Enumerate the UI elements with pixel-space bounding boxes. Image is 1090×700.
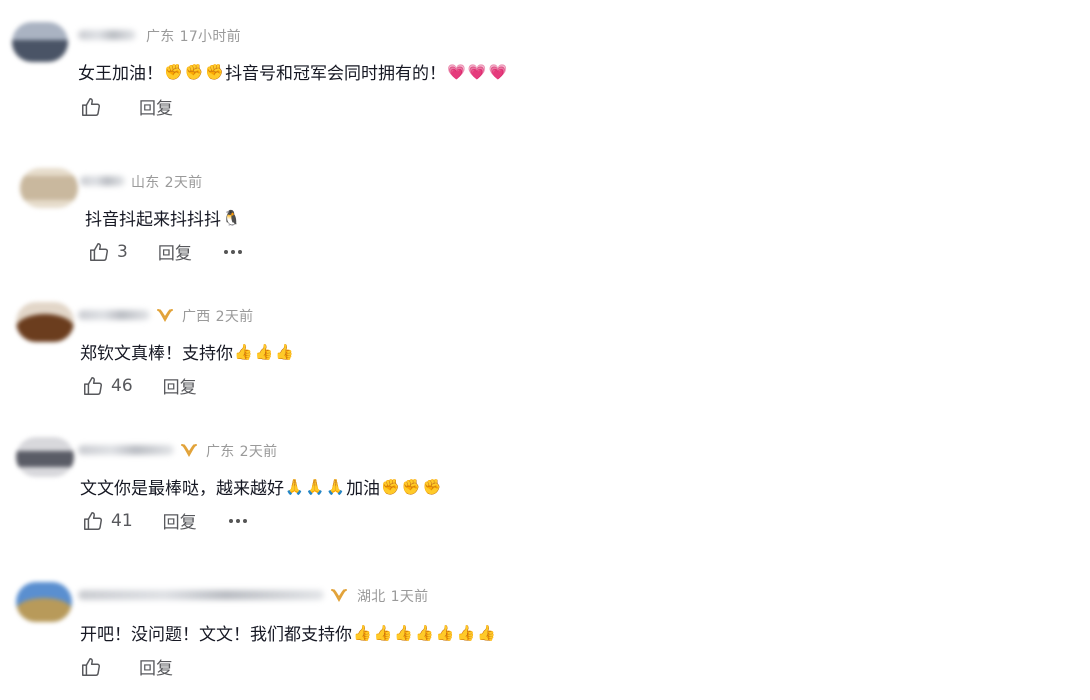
timestamp: 1天前 (390, 589, 429, 605)
fist-emoji-icon: ✊ (164, 62, 183, 81)
region-label: 山东 (131, 175, 160, 191)
like-count: 46 (111, 375, 133, 396)
avatar-image-bottom (12, 40, 68, 62)
pray-emoji-icon: 🙏 (305, 477, 325, 496)
username-blurred[interactable] (78, 445, 174, 455)
fist-emoji-icon: ✊ (381, 477, 400, 496)
avatar[interactable] (16, 302, 74, 342)
avatar[interactable] (20, 168, 78, 208)
fist-emoji-icon: ✊ (422, 477, 442, 496)
comment-actions: 3 回复 (88, 239, 242, 264)
avatar-image-bottom (16, 598, 72, 622)
comment-actions: 回复 (80, 94, 173, 119)
reply-button[interactable]: 回复 (139, 654, 173, 679)
comment-text: 郑钦文真棒！支持你 👍 👍 👍 (80, 339, 295, 365)
comment-item: 山东 2天前 抖音抖起来抖抖抖 🐧 3 回复 (0, 145, 1090, 285)
region-label: 广西 (182, 309, 211, 325)
comment-text-part-1: 抖音抖起来抖抖抖 (85, 210, 221, 230)
thumbs-up-emoji-icon: 👍 (254, 342, 274, 361)
reply-button[interactable]: 回复 (158, 239, 192, 264)
comment-meta: 广东 2天前 (206, 441, 277, 461)
thumbs-up-emoji-icon: 👍 (477, 623, 496, 642)
like-button[interactable] (80, 96, 109, 118)
fist-emoji-icon: ✊ (184, 62, 204, 81)
timestamp: 2天前 (239, 444, 278, 460)
avatar-image-bottom (16, 314, 74, 342)
penguin-emoji-icon: 🐧 (222, 208, 241, 227)
comment-text: 女王加油！ ✊ ✊ ✊ 抖音号和冠军会同时拥有的！ 💗 💗 💗 (78, 59, 508, 85)
verified-badge-icon (181, 444, 197, 457)
thumbs-up-emoji-icon: 👍 (415, 623, 434, 642)
heart-emoji-icon: 💗 (467, 62, 487, 81)
username-blurred[interactable] (78, 310, 150, 320)
region-label: 广东 (146, 29, 175, 45)
like-button[interactable]: 41 (82, 510, 133, 532)
thumbs-up-icon (84, 511, 102, 530)
more-options-icon[interactable] (223, 249, 242, 254)
avatar[interactable] (16, 437, 74, 477)
comment-text: 抖音抖起来抖抖抖 🐧 (85, 205, 242, 231)
region-label: 广东 (206, 444, 235, 460)
comment-text-part-2: 加油 (346, 479, 381, 499)
reply-button[interactable]: 回复 (163, 373, 197, 398)
verified-badge-icon (331, 589, 347, 602)
username-blurred[interactable] (78, 30, 136, 40)
thumbs-up-icon (84, 376, 102, 395)
reply-button[interactable]: 回复 (163, 508, 197, 533)
heart-emoji-icon: 💗 (488, 62, 508, 81)
like-count: 3 (117, 241, 128, 262)
thumbs-up-icon (82, 97, 100, 116)
thumbs-up-emoji-icon: 👍 (456, 623, 476, 642)
like-button[interactable]: 3 (88, 241, 128, 263)
comment-text: 开吧！没问题！文文！我们都支持你 👍 👍 👍 👍 👍 👍 👍 (80, 620, 497, 646)
fist-emoji-icon: ✊ (205, 62, 225, 81)
pray-emoji-icon: 🙏 (326, 477, 346, 496)
thumbs-up-emoji-icon: 👍 (234, 342, 253, 361)
region-label: 湖北 (357, 589, 386, 605)
comment-meta: 湖北 1天前 (357, 586, 428, 606)
thumbs-up-emoji-icon: 👍 (353, 623, 372, 642)
timestamp: 17小时前 (179, 29, 241, 45)
avatar[interactable] (12, 22, 68, 62)
avatar[interactable] (16, 582, 72, 622)
timestamp: 2天前 (164, 175, 203, 191)
username-blurred[interactable] (80, 176, 125, 186)
more-options-icon[interactable] (228, 518, 247, 523)
comment-text-part-1: 文文你是最棒哒，越来越好 (80, 479, 284, 499)
thumbs-up-emoji-icon: 👍 (275, 342, 295, 361)
like-button[interactable] (80, 656, 109, 678)
comment-meta: 广东 17小时前 (146, 26, 241, 46)
comment-meta: 山东 2天前 (131, 172, 202, 192)
fist-emoji-icon: ✊ (401, 477, 421, 496)
thumbs-up-emoji-icon: 👍 (394, 623, 414, 642)
comment-item: 广东 17小时前 女王加油！ ✊ ✊ ✊ 抖音号和冠军会同时拥有的！ 💗 💗 💗 … (0, 0, 1090, 140)
thumbs-up-emoji-icon: 👍 (373, 623, 393, 642)
like-count: 41 (111, 510, 133, 531)
comment-text-part-1: 女王加油！ (78, 64, 163, 84)
comment-item: 湖北 1天前 开吧！没问题！文文！我们都支持你 👍 👍 👍 👍 👍 👍 👍 回复 (0, 560, 1090, 700)
reply-button[interactable]: 回复 (139, 94, 173, 119)
comment-meta: 广西 2天前 (182, 306, 253, 326)
pray-emoji-icon: 🙏 (285, 477, 304, 496)
comment-item: 广东 2天前 文文你是最棒哒，越来越好 🙏 🙏 🙏 加油 ✊ ✊ ✊ 41 回复 (0, 415, 1090, 555)
avatar-image-bottom (16, 451, 74, 467)
thumbs-up-emoji-icon: 👍 (435, 623, 455, 642)
username-blurred[interactable] (78, 590, 324, 600)
comment-actions: 46 回复 (82, 373, 197, 398)
like-button[interactable]: 46 (82, 375, 133, 397)
heart-emoji-icon: 💗 (447, 62, 466, 81)
comment-text: 文文你是最棒哒，越来越好 🙏 🙏 🙏 加油 ✊ ✊ ✊ (80, 474, 442, 500)
thumbs-up-icon (90, 242, 108, 261)
comment-item: 广西 2天前 郑钦文真棒！支持你 👍 👍 👍 46 回复 (0, 280, 1090, 420)
comment-actions: 41 回复 (82, 508, 247, 533)
timestamp: 2天前 (215, 309, 254, 325)
comment-text-part-1: 开吧！没问题！文文！我们都支持你 (80, 625, 352, 645)
comment-text-part-2: 抖音号和冠军会同时拥有的！ (225, 64, 447, 84)
comment-actions: 回复 (80, 654, 173, 679)
verified-badge-icon (157, 309, 173, 322)
avatar-image-bottom (20, 176, 78, 200)
comment-text-part-1: 郑钦文真棒！支持你 (80, 344, 233, 364)
thumbs-up-icon (82, 657, 100, 676)
